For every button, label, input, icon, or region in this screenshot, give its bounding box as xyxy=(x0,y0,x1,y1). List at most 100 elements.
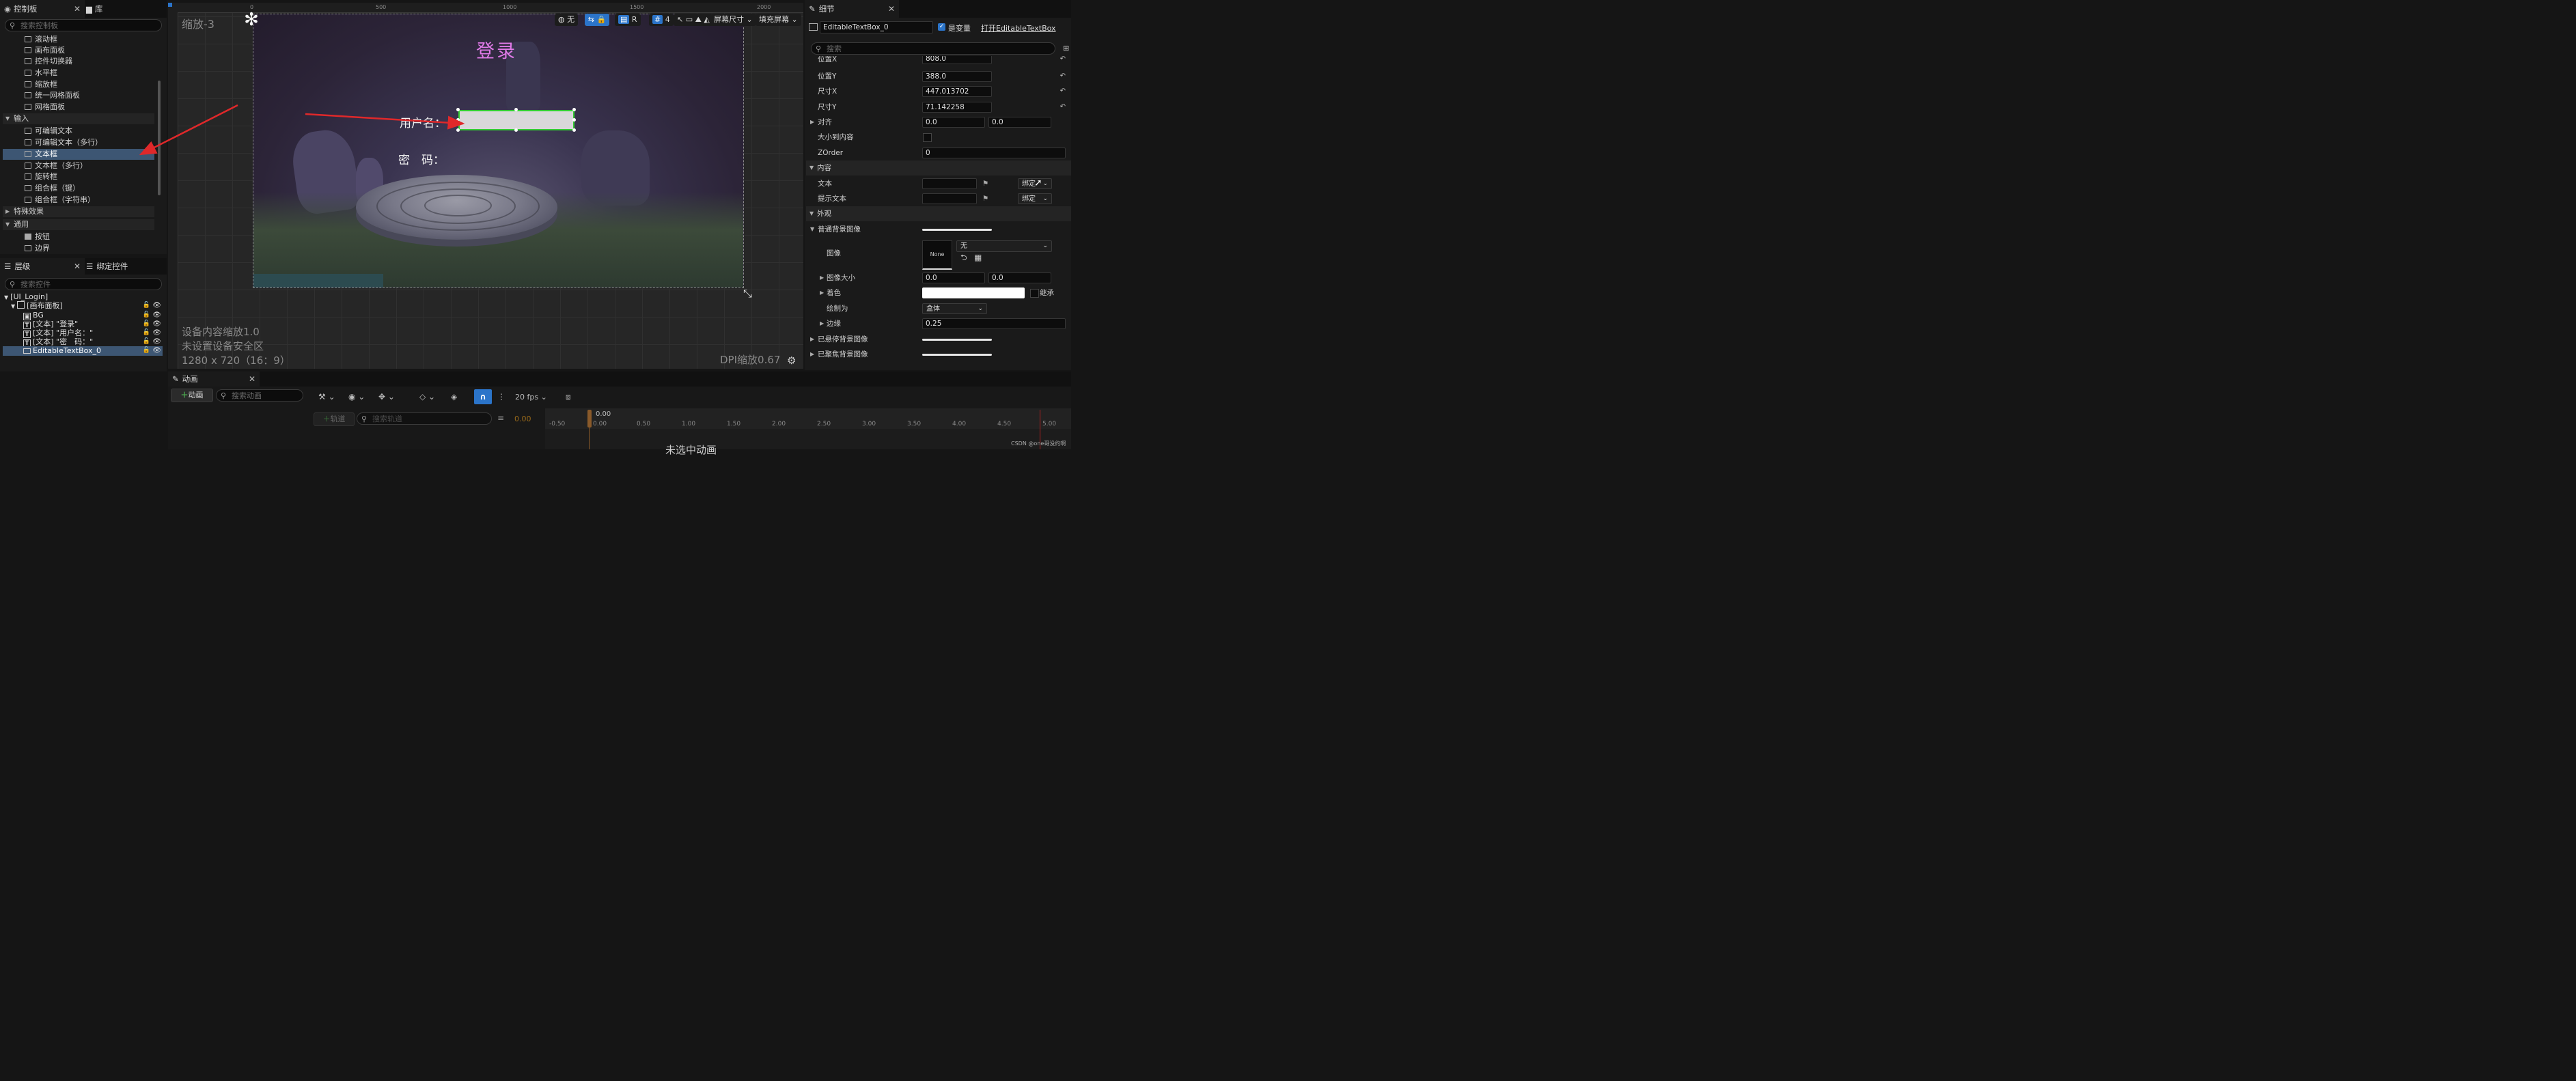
animation-search-placeholder: 搜索动画 xyxy=(232,391,262,400)
search-icon: ⚲ xyxy=(221,391,227,400)
watermark: CSDN @one哥没约啊 xyxy=(1011,440,1066,447)
image-asset-dropdown[interactable]: 无 ⌄ xyxy=(956,240,1052,252)
chevron-right-icon[interactable]: ▶ xyxy=(810,332,814,347)
image-size-label: 图像大小 xyxy=(827,274,855,282)
playhead[interactable] xyxy=(587,410,592,427)
plus-icon: ＋ xyxy=(180,391,189,399)
details-tabbar: ✎ 细节 ✕ xyxy=(805,0,1071,18)
open-widget-link[interactable]: 打开EditableTextBox xyxy=(981,23,1056,33)
chevron-down-icon[interactable]: ▼ xyxy=(810,222,814,237)
eye-icon[interactable]: ◉ ⌄ xyxy=(348,392,365,402)
hint-text-bind-dropdown[interactable]: 绑定 ⌄ xyxy=(1018,193,1052,204)
bind-label: 绑定 xyxy=(1022,180,1036,188)
tint-color-swatch[interactable] xyxy=(922,287,1025,298)
size-y-field[interactable]: 71.142258 xyxy=(922,102,992,113)
wrench-icon[interactable]: ⚒ ⌄ xyxy=(318,392,335,402)
position-x-field[interactable]: 808.0 xyxy=(922,56,992,64)
widget-name-field[interactable]: EditableTextBox_0 xyxy=(820,21,933,33)
chevron-right-icon[interactable]: ▶ xyxy=(820,270,824,285)
snap-magnet-icon[interactable]: ∩ xyxy=(474,389,492,404)
draw-as-value: 盒体 xyxy=(926,305,940,313)
filter-icon[interactable]: ≡ xyxy=(497,413,504,423)
no-animation-text: 未选中动画 xyxy=(665,444,717,456)
curve-editor-icon[interactable]: ⧈ xyxy=(566,392,571,402)
is-variable-checkbox[interactable]: ✓ xyxy=(938,23,945,31)
zorder-field[interactable]: 0 xyxy=(922,148,1066,158)
key-all-icon[interactable]: ◈ xyxy=(451,392,457,402)
alignment-x-field[interactable]: 0.0 xyxy=(922,117,985,128)
timeline-tick: 5.00 xyxy=(1042,421,1057,427)
position-y-field[interactable]: 388.0 xyxy=(922,71,992,82)
details-search-input[interactable]: ⚲ 搜索 xyxy=(811,42,1055,55)
details-search-placeholder: 搜索 xyxy=(827,44,842,53)
flag-icon[interactable]: ⚑ xyxy=(982,191,988,206)
brush-preview xyxy=(922,339,992,341)
browse-asset-icon[interactable]: ▦ xyxy=(974,250,982,265)
close-icon[interactable]: ✕ xyxy=(888,0,895,18)
draw-as-dropdown[interactable]: 盒体 ⌄ xyxy=(922,303,987,314)
close-icon[interactable]: ✕ xyxy=(249,371,255,387)
margin-field[interactable]: 0.25 xyxy=(922,318,1066,329)
chevron-down-icon: ⌄ xyxy=(1042,195,1048,202)
timeline-tick: 0.00 xyxy=(593,421,607,427)
size-x-field[interactable]: 447.013702 xyxy=(922,86,992,97)
flag-icon[interactable]: ⚑ xyxy=(982,176,988,191)
brush-preview xyxy=(922,354,992,356)
text-field[interactable] xyxy=(922,178,977,189)
image-size-x-field[interactable]: 0.0 xyxy=(922,272,985,283)
tab-details[interactable]: ✎ 细节 ✕ xyxy=(805,0,899,18)
content-section[interactable]: ▼ 内容 xyxy=(806,160,1071,176)
fps-dropdown[interactable]: 20 fps ⌄ xyxy=(515,393,547,402)
tab-animation-label: 动画 xyxy=(182,374,198,384)
property-matrix-icon[interactable]: ⊞ xyxy=(1063,44,1069,53)
animation-icon: ✎ xyxy=(172,374,179,384)
chevron-right-icon[interactable]: ▶ xyxy=(820,316,824,331)
appearance-section[interactable]: ▼ 外观 xyxy=(806,206,1071,221)
more-options-icon[interactable]: ⋮ xyxy=(497,392,505,402)
tab-details-label: 细节 xyxy=(818,4,835,14)
text-row: 文本 ⚑ 绑定 ⌄ xyxy=(806,176,1071,191)
reset-icon[interactable]: ↶ xyxy=(1060,84,1066,99)
image-thumbnail[interactable]: None xyxy=(922,240,952,270)
animation-search-input[interactable]: ⚲ 搜索动画 xyxy=(216,389,303,402)
transform-icon[interactable]: ✥ ⌄ xyxy=(378,392,395,402)
keyframe-icon[interactable]: ◇ ⌄ xyxy=(419,392,435,402)
add-track-button[interactable]: ＋轨道 xyxy=(314,412,355,426)
inherit-label: 继承 xyxy=(1040,289,1054,297)
chevron-down-icon: ⌄ xyxy=(1042,180,1048,187)
current-time-field[interactable]: 0.00 xyxy=(514,415,531,423)
track-search-input[interactable]: ⚲ 搜索轨道 xyxy=(357,412,492,425)
chevron-down-icon: ▼ xyxy=(809,210,814,216)
alignment-y-field[interactable]: 0.0 xyxy=(988,117,1051,128)
timeline-tick: 3.50 xyxy=(907,421,922,427)
hint-text-field[interactable] xyxy=(922,193,977,204)
timeline-tick: 4.50 xyxy=(997,421,1012,427)
track-search-placeholder: 搜索轨道 xyxy=(372,415,402,423)
image-thumbnail-label: None xyxy=(930,251,945,257)
tab-animation[interactable]: ✎ 动画 ✕ xyxy=(168,371,260,387)
chevron-down-icon: ⌄ xyxy=(978,305,983,312)
timeline[interactable]: 未选中动画 xyxy=(545,408,1071,456)
reset-icon[interactable]: ↶ xyxy=(1060,56,1066,66)
is-variable-label: 是变量 xyxy=(948,24,971,33)
margin-label: 边缘 xyxy=(827,320,841,328)
use-selected-icon[interactable]: ⮌ xyxy=(960,250,967,265)
zorder-row: ZOrder 0 xyxy=(806,145,1071,160)
chevron-down-icon: ▼ xyxy=(809,165,814,171)
chevron-right-icon[interactable]: ▶ xyxy=(810,347,814,362)
add-animation-button[interactable]: ＋动画 xyxy=(171,389,213,402)
chevron-right-icon[interactable]: ▶ xyxy=(810,115,814,130)
position-x-row: 位置X 808.0 ↶ xyxy=(806,56,1071,66)
reset-icon[interactable]: ↶ xyxy=(1060,100,1066,115)
size-to-content-checkbox[interactable] xyxy=(923,133,932,142)
animation-tabbar xyxy=(168,371,1071,387)
tint-row: ▶ 着色 继承 xyxy=(806,285,1071,300)
reset-icon[interactable]: ↶ xyxy=(1060,69,1066,84)
inherit-checkbox[interactable] xyxy=(1030,289,1039,298)
image-size-y-field[interactable]: 0.0 xyxy=(988,272,1051,283)
fps-value: 20 fps xyxy=(515,393,539,402)
size-to-content-row: 大小到内容 xyxy=(806,130,1071,145)
playhead-time-label: 0.00 xyxy=(596,410,611,418)
timeline-ruler xyxy=(545,408,1071,429)
chevron-right-icon[interactable]: ▶ xyxy=(820,285,824,300)
